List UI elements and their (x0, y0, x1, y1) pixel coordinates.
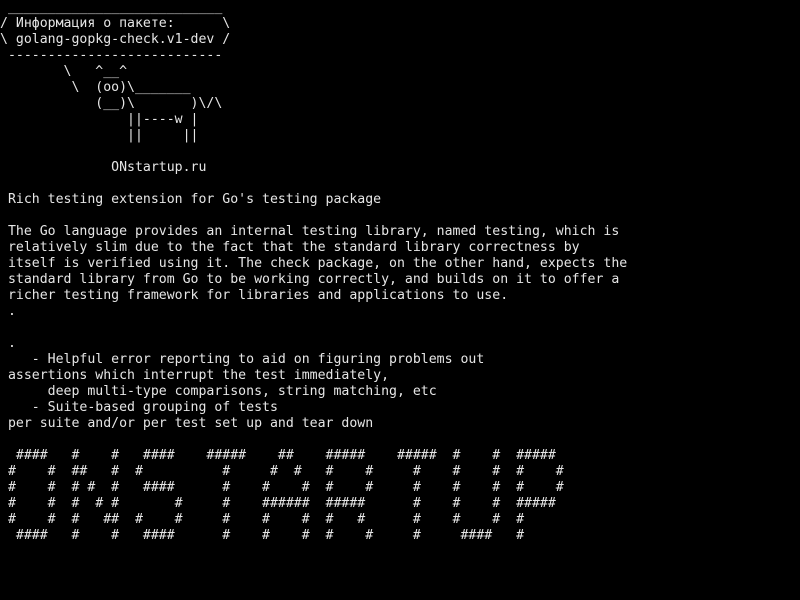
cowsay-bubble-line-2: \ golang-gopkg-check.v1-dev / (0, 32, 231, 47)
feature-line: - Helpful error reporting to aid on figu… (0, 352, 485, 367)
feature-line: deep multi-type comparisons, string matc… (0, 384, 437, 399)
description-line: itself is verified using it. The check p… (0, 256, 628, 271)
description-line: . (0, 304, 16, 319)
description-line: standard library from Go to be working c… (0, 272, 620, 287)
cowsay-bubble-line-1: / Информация о пакете: \ (0, 16, 231, 31)
cowsay-cow-line-3: (__)\ )\/\ (0, 96, 223, 111)
package-summary: Rich testing extension for Go's testing … (0, 192, 382, 207)
description-line: . (0, 336, 16, 351)
feature-line: - Suite-based grouping of tests (0, 400, 278, 415)
feature-line: assertions which interrupt the test imme… (0, 368, 390, 383)
description-line: relatively slim due to the fact that the… (0, 240, 580, 255)
banner-line: #### # # #### # # # # # # #### # (0, 528, 525, 543)
cowsay-cow-line-4: ||----w | (0, 112, 199, 127)
description-line: richer testing framework for libraries a… (0, 288, 509, 303)
cowsay-cow-line-5: || || (0, 128, 199, 143)
terminal-screen: ___________________________ / Информация… (0, 0, 800, 600)
banner-line: # # ## # # # # # # # # # # # # (0, 464, 564, 479)
banner-line: # # # # # #### # # # # # # # # # # (0, 480, 564, 495)
site-name: ONstartup.ru (0, 160, 207, 175)
description-line: The Go language provides an internal tes… (0, 224, 620, 239)
banner-line: # # # ## # # # # # # # # # # # (0, 512, 525, 527)
banner-line: # # # # # # # ###### ##### # # # ##### (0, 496, 556, 511)
cowsay-bubble-top: ___________________________ (0, 0, 223, 15)
cowsay-bubble-bottom: --------------------------- (0, 48, 223, 63)
cowsay-cow-line-2: \ (oo)\_______ (0, 80, 191, 95)
banner-line: #### # # #### ##### ## ##### ##### # # #… (0, 448, 556, 463)
feature-line: per suite and/or per test set up and tea… (0, 416, 374, 431)
cowsay-cow-line-1: \ ^__^ (0, 64, 128, 79)
